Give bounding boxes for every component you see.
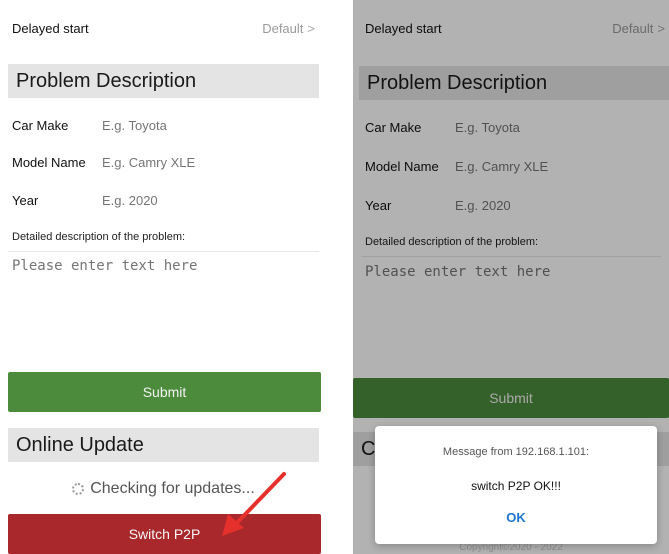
car-make-label: Car Make	[12, 117, 69, 133]
year-label: Year	[12, 192, 39, 208]
delayed-start-value-text: Default	[262, 20, 304, 36]
delayed-start-row[interactable]: Delayed start Default >	[0, 10, 327, 46]
red-arrow-icon	[222, 472, 286, 536]
divider	[8, 251, 319, 252]
dialog-ok-button[interactable]: OK	[375, 510, 657, 525]
year-input[interactable]	[102, 192, 242, 208]
model-name-label: Model Name	[12, 154, 86, 170]
submit-button[interactable]: Submit	[8, 372, 321, 412]
screen-right: Delayed start Default > Problem Descripti…	[353, 0, 669, 554]
problem-description-header: Problem Description	[8, 64, 319, 98]
car-make-row: Car Make	[12, 114, 319, 136]
description-label: Detailed description of the problem:	[12, 231, 186, 243]
delayed-start-value[interactable]: Default >	[262, 21, 327, 36]
model-name-input[interactable]	[102, 154, 242, 170]
online-update-header: Online Update	[8, 428, 319, 462]
car-make-input[interactable]	[102, 117, 242, 133]
year-row: Year	[12, 189, 319, 211]
description-textarea[interactable]	[12, 258, 317, 348]
loading-spinner-icon	[72, 483, 85, 495]
chevron-right-icon: >	[307, 20, 315, 36]
alert-dialog: Message from 192.168.1.101: switch P2P O…	[375, 426, 657, 544]
model-name-row: Model Name	[12, 151, 319, 173]
dialog-title: Message from 192.168.1.101:	[442, 446, 590, 458]
dialog-message: switch P2P OK!!!	[471, 479, 561, 493]
screen-left: Delayed start Default > Problem Descripti…	[0, 0, 327, 554]
delayed-start-label: Delayed start	[12, 20, 89, 36]
screen-gap	[327, 0, 353, 554]
